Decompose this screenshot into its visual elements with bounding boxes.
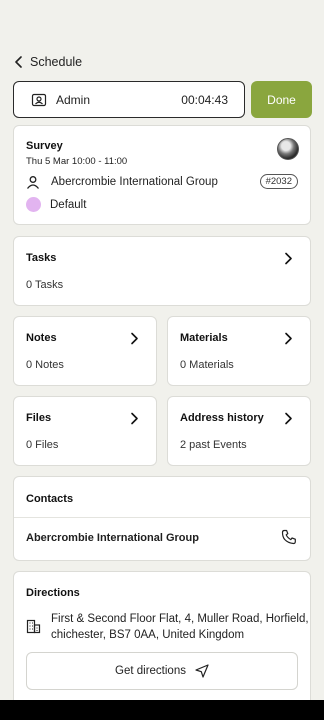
job-tag: Default xyxy=(50,198,87,211)
divider xyxy=(14,517,310,518)
directions-card: Directions First & Second Floor Flat, 4,… xyxy=(13,571,311,711)
chevron-right-icon xyxy=(131,332,138,345)
id-badge-icon xyxy=(31,93,47,106)
contacts-title: Contacts xyxy=(26,493,74,505)
files-title: Files xyxy=(26,412,52,424)
chevron-right-icon xyxy=(285,412,292,425)
chevron-right-icon xyxy=(285,332,292,345)
tag-color-dot xyxy=(26,197,41,212)
address-history-card[interactable]: Address history 2 past Events xyxy=(167,396,311,466)
job-number-badge: #2032 xyxy=(259,174,298,189)
job-datetime: Thu 5 Mar 10:00 - 11:00 xyxy=(26,156,128,167)
get-directions-label: Get directions xyxy=(115,665,186,677)
customer-name[interactable]: Abercrombie International Group xyxy=(51,176,260,188)
person-icon xyxy=(26,175,40,189)
directions-title: Directions xyxy=(26,587,80,599)
chevron-left-icon xyxy=(15,56,22,68)
files-card[interactable]: Files 0 Files xyxy=(13,396,157,466)
tasks-title: Tasks xyxy=(26,252,57,264)
address-history-title: Address history xyxy=(180,412,264,424)
tasks-summary: 0 Tasks xyxy=(26,279,64,291)
address-history-summary: 2 past Events xyxy=(180,439,247,451)
get-directions-button[interactable]: Get directions xyxy=(26,652,298,690)
chevron-right-icon xyxy=(285,252,292,265)
materials-title: Materials xyxy=(180,332,228,344)
notes-title: Notes xyxy=(26,332,57,344)
avatar[interactable] xyxy=(277,138,299,160)
materials-card[interactable]: Materials 0 Materials xyxy=(167,316,311,386)
timer-elapsed: 00:04:43 xyxy=(181,92,228,107)
done-button[interactable]: Done xyxy=(251,81,312,118)
timer-user: Admin xyxy=(56,92,91,107)
notes-card[interactable]: Notes 0 Notes xyxy=(13,316,157,386)
building-icon xyxy=(26,619,41,634)
system-bottom-bar xyxy=(0,700,324,720)
time-tracker[interactable]: Admin 00:04:43 xyxy=(13,81,245,118)
navigation-arrow-icon xyxy=(195,664,209,678)
phone-icon[interactable] xyxy=(281,529,297,545)
back-to-schedule[interactable]: Schedule xyxy=(14,53,82,71)
tasks-card[interactable]: Tasks 0 Tasks xyxy=(13,236,311,306)
notes-summary: 0 Notes xyxy=(26,359,64,371)
job-summary-card: Survey Thu 5 Mar 10:00 - 11:00 Abercromb… xyxy=(13,125,311,225)
job-address: First & Second Floor Flat, 4, Muller Roa… xyxy=(51,613,309,641)
materials-summary: 0 Materials xyxy=(180,359,234,371)
back-label: Schedule xyxy=(30,55,83,69)
files-summary: 0 Files xyxy=(26,439,59,451)
contact-name[interactable]: Abercrombie International Group xyxy=(26,532,199,544)
job-title: Survey xyxy=(26,140,63,152)
chevron-right-icon xyxy=(131,412,138,425)
contacts-card: Contacts Abercrombie International Group xyxy=(13,476,311,561)
